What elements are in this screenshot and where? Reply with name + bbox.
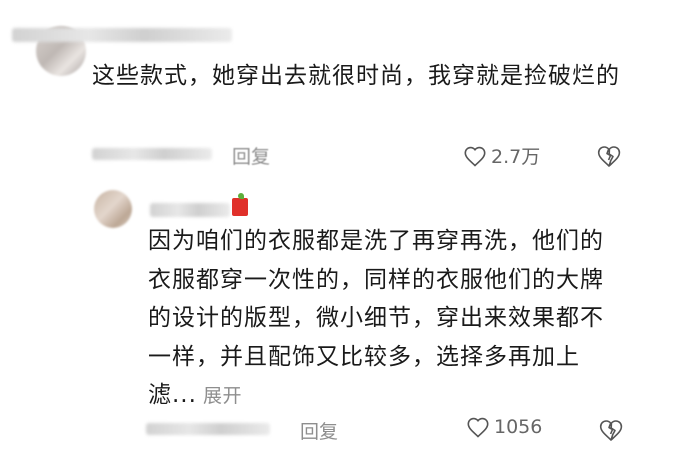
expand-link[interactable]: 展开: [203, 385, 242, 407]
username-redacted[interactable]: [150, 203, 230, 217]
comment-meta-redacted: [146, 423, 270, 435]
comment-body: 因为咱们的衣服都是洗了再穿再洗，他们的衣服都穿一次性的，同样的衣服他们的大牌的设…: [148, 228, 604, 408]
comment-thread: 这些款式，她穿出去就很时尚，我穿就是捡破烂的 回复 2.7万 因为咱们的衣服都是…: [0, 0, 678, 456]
like-count: 1056: [494, 416, 543, 438]
avatar[interactable]: [94, 190, 132, 228]
heart-outline-icon: [467, 417, 489, 438]
broken-heart-icon: [599, 420, 623, 441]
broken-heart-icon: [597, 146, 621, 167]
dislike-button[interactable]: [596, 144, 622, 168]
reply-button[interactable]: 回复: [300, 417, 338, 444]
like-button[interactable]: 2.7万: [463, 142, 540, 169]
comment-text: 这些款式，她穿出去就很时尚，我穿就是捡破烂的: [92, 63, 620, 89]
like-button[interactable]: 1056: [466, 416, 542, 438]
badge-icon: [232, 193, 248, 216]
username-redacted[interactable]: [12, 28, 232, 42]
heart-outline-icon: [464, 146, 486, 167]
reply-button[interactable]: 回复: [232, 142, 270, 169]
like-count: 2.7万: [491, 146, 541, 168]
dislike-button[interactable]: [598, 418, 624, 442]
comment-meta-redacted: [92, 148, 212, 160]
comment-text: 因为咱们的衣服都是洗了再穿再洗，他们的衣服都穿一次性的，同样的衣服他们的大牌的设…: [148, 222, 618, 416]
